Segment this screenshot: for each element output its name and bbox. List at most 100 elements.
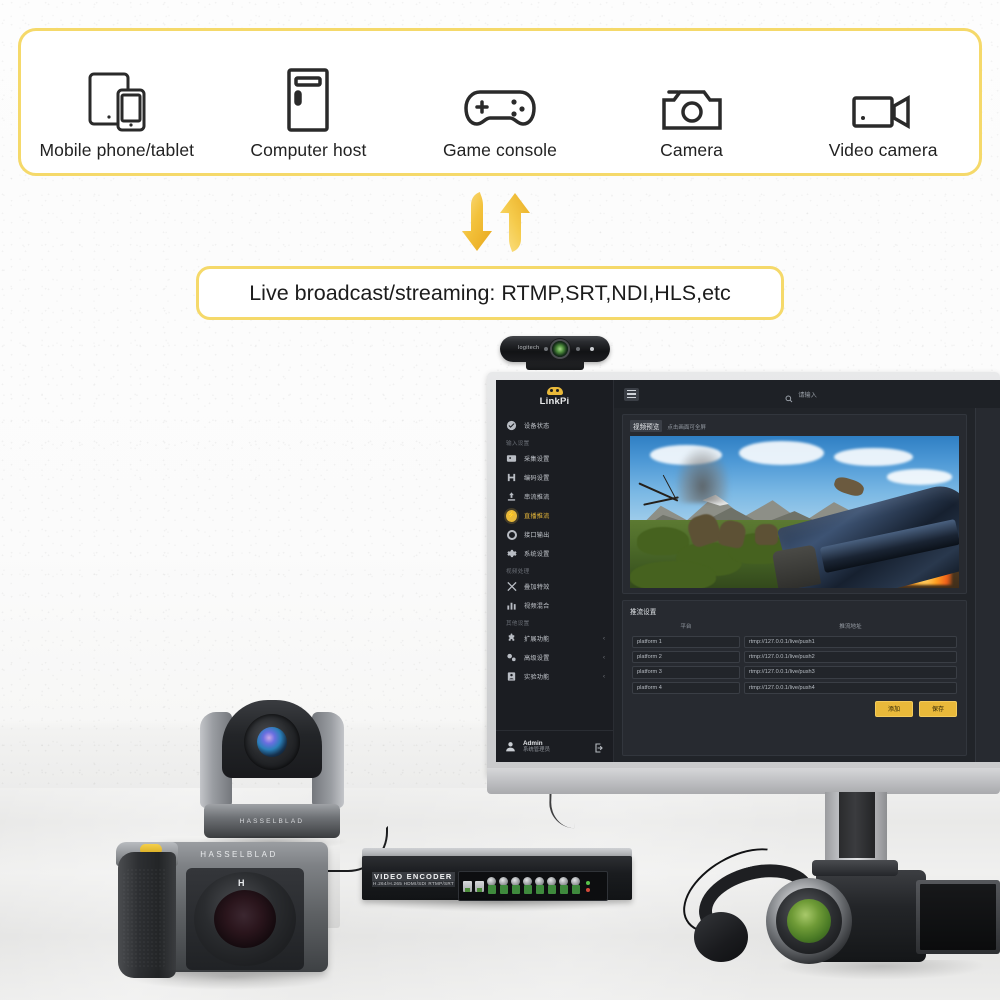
game-soldier bbox=[755, 524, 779, 546]
sidebar-item-overlay[interactable]: 叠加特效 bbox=[496, 577, 613, 596]
game-smoke bbox=[676, 448, 729, 503]
video-encoder-device: VIDEO ENCODER H.264/H.265 HDMI/SDI RTMP/… bbox=[362, 848, 632, 912]
encoder-subtitle-text: H.264/H.265 HDMI/SDI RTMP/SRT bbox=[372, 881, 456, 888]
ui-right-panel-strip bbox=[975, 408, 1000, 762]
encoder-label: VIDEO ENCODER H.264/H.265 HDMI/SDI RTMP/… bbox=[372, 872, 456, 888]
push-settings-table: 平台 推流地址 platform 1 rtmp://127.0.0.1/live bbox=[630, 620, 959, 696]
output-icon bbox=[506, 529, 517, 540]
sidebar-item-advanced[interactable]: 高级设置 ‹ bbox=[496, 648, 613, 667]
webcam-lens bbox=[552, 341, 568, 357]
user-role: 系统管理员 bbox=[523, 747, 550, 754]
preview-card-title: 视频预览 bbox=[630, 420, 663, 432]
device-item-mobile-phone-tablet: Mobile phone/tablet bbox=[21, 58, 213, 161]
platform-name-field[interactable]: platform 4 bbox=[632, 681, 740, 694]
platform-name-field[interactable]: platform 1 bbox=[632, 635, 740, 648]
push-url-field[interactable]: rtmp://127.0.0.1/live/push4 bbox=[743, 681, 957, 694]
camcorder bbox=[756, 856, 1000, 988]
streaming-protocols-banner: Live broadcast/streaming: RTMP,SRT,NDI,H… bbox=[196, 266, 784, 320]
camcorder-top-hood bbox=[812, 860, 898, 876]
sidebar-item-extensions[interactable]: 扩展功能 ‹ bbox=[496, 629, 613, 648]
add-button[interactable]: 添加 bbox=[874, 700, 913, 717]
sidebar-group-label: 视频处理 bbox=[506, 569, 530, 575]
table-column-header: 推流地址 bbox=[839, 624, 862, 630]
chevron-icon: ‹ bbox=[603, 654, 605, 661]
sidebar-item-capture[interactable]: 采集设置 bbox=[496, 449, 613, 468]
sidebar-item-mix[interactable]: 视频混合 bbox=[496, 596, 613, 615]
game-player-hand bbox=[771, 545, 821, 588]
sidebar-item-label: 直播推流 bbox=[524, 513, 550, 520]
push-url-field[interactable]: rtmp://127.0.0.1/live/push1 bbox=[743, 635, 957, 648]
webcam-led-dot bbox=[590, 347, 594, 351]
webcam-indicator-dot bbox=[544, 347, 548, 351]
push-url-field[interactable]: rtmp://127.0.0.1/live/push2 bbox=[743, 650, 957, 664]
hamburger-icon[interactable] bbox=[624, 387, 639, 401]
camera-lens-mark: H bbox=[238, 878, 245, 888]
device-label: Camera bbox=[660, 140, 723, 160]
camera-grip-texture bbox=[122, 868, 166, 968]
bnc-port bbox=[499, 877, 508, 895]
user-name: Admin bbox=[523, 739, 543, 747]
ui-sidebar: LinkPi 设备状态 输入设置 采集设置 编码设置 串流推流 ⚡ 直播推流 接… bbox=[496, 380, 614, 762]
encoder-title-text: VIDEO ENCODER bbox=[372, 872, 456, 882]
search-input[interactable]: 请输入 bbox=[785, 390, 817, 403]
user-info: Admin 系统管理员 bbox=[523, 740, 593, 753]
device-label: Game console bbox=[442, 140, 557, 160]
platform-name-field[interactable]: platform 3 bbox=[632, 666, 740, 679]
sidebar-user-footer: Admin 系统管理员 bbox=[496, 730, 613, 762]
camera-brand-text: HASSELBLAD bbox=[200, 850, 278, 859]
sidebar-item-label: 视频混合 bbox=[524, 603, 550, 610]
live-icon: ⚡ bbox=[506, 509, 517, 522]
camera-lens-inner bbox=[214, 890, 276, 948]
app-logo[interactable]: LinkPi bbox=[496, 380, 613, 414]
camcorder-lens-glass bbox=[787, 899, 831, 943]
search-icon bbox=[785, 390, 793, 403]
mix-icon bbox=[506, 600, 517, 611]
encoder-port-bank bbox=[458, 871, 608, 901]
arrow-up-icon bbox=[500, 193, 530, 252]
logout-icon[interactable] bbox=[593, 741, 605, 753]
sidebar-item-label: 编码设置 bbox=[524, 475, 550, 482]
bnc-port bbox=[571, 877, 580, 895]
sidebar-item-label: 系统设置 bbox=[524, 551, 550, 558]
bnc-port bbox=[487, 877, 496, 895]
table-row[interactable]: platform 1 rtmp://127.0.0.1/live/push1 bbox=[630, 634, 959, 649]
table-row[interactable]: platform 3 rtmp://127.0.0.1/live/push3 bbox=[630, 665, 959, 680]
webcam-brand-text: logitech bbox=[518, 345, 540, 351]
table-column-header: 平台 bbox=[680, 624, 692, 630]
headphone-earcup bbox=[694, 912, 748, 962]
sidebar-item-live-push[interactable]: ⚡ 直播推流 bbox=[496, 506, 613, 525]
table-card-title: 推流设置 bbox=[630, 609, 657, 616]
platform-name-field[interactable]: platform 2 bbox=[632, 650, 740, 664]
preview-card-subtitle: 点击画面可全屏 bbox=[667, 425, 706, 431]
sidebar-item-device-status[interactable]: 设备状态 bbox=[496, 416, 613, 435]
sidebar-item-output[interactable]: 接口输出 bbox=[496, 525, 613, 544]
encoder-shadow bbox=[366, 898, 628, 912]
sidebar-group-label: 其他设置 bbox=[506, 621, 530, 627]
camcorder-screen bbox=[920, 884, 996, 950]
video-preview-frame[interactable] bbox=[630, 436, 959, 588]
sidebar-item-label: 高级设置 bbox=[524, 655, 550, 662]
sidebar-item-label: 串流推流 bbox=[524, 494, 550, 501]
save-button[interactable]: 保存 bbox=[918, 700, 957, 717]
push-icon bbox=[506, 491, 517, 502]
table-row[interactable]: platform 2 rtmp://127.0.0.1/live/push2 bbox=[630, 649, 959, 664]
sidebar-item-lab[interactable]: 实验功能 ‹ bbox=[496, 667, 613, 686]
desktop-monitor: LinkPi 设备状态 输入设置 采集设置 编码设置 串流推流 ⚡ 直播推流 接… bbox=[487, 372, 1000, 872]
sidebar-item-label: 接口输出 bbox=[524, 532, 550, 539]
sidebar-item-label: 叠加特效 bbox=[524, 584, 550, 591]
sidebar-item-push[interactable]: 串流推流 bbox=[496, 487, 613, 506]
table-row[interactable]: platform 4 rtmp://127.0.0.1/live/push4 bbox=[630, 680, 959, 695]
push-url-field[interactable]: rtmp://127.0.0.1/live/push3 bbox=[743, 666, 957, 679]
game-cloud bbox=[738, 440, 825, 465]
sidebar-item-encode[interactable]: 编码设置 bbox=[496, 468, 613, 487]
ethernet-port bbox=[463, 880, 472, 892]
device-item-game-console: Game console bbox=[404, 58, 596, 161]
preview-card-header: 视频预览 点击画面可全屏 bbox=[630, 420, 959, 432]
linkpi-logo-icon bbox=[546, 387, 563, 395]
sidebar-item-label: 实验功能 bbox=[524, 674, 550, 681]
source-devices-banner: Mobile phone/tablet Computer host Game c… bbox=[18, 28, 982, 176]
sidebar-item-label: 采集设置 bbox=[524, 456, 550, 463]
ui-sidebar-menu: 设备状态 输入设置 采集设置 编码设置 串流推流 ⚡ 直播推流 接口输出 系统设… bbox=[496, 414, 613, 730]
sidebar-item-system-settings[interactable]: 系统设置 bbox=[496, 544, 613, 563]
tablet-phone-icon bbox=[86, 58, 148, 134]
